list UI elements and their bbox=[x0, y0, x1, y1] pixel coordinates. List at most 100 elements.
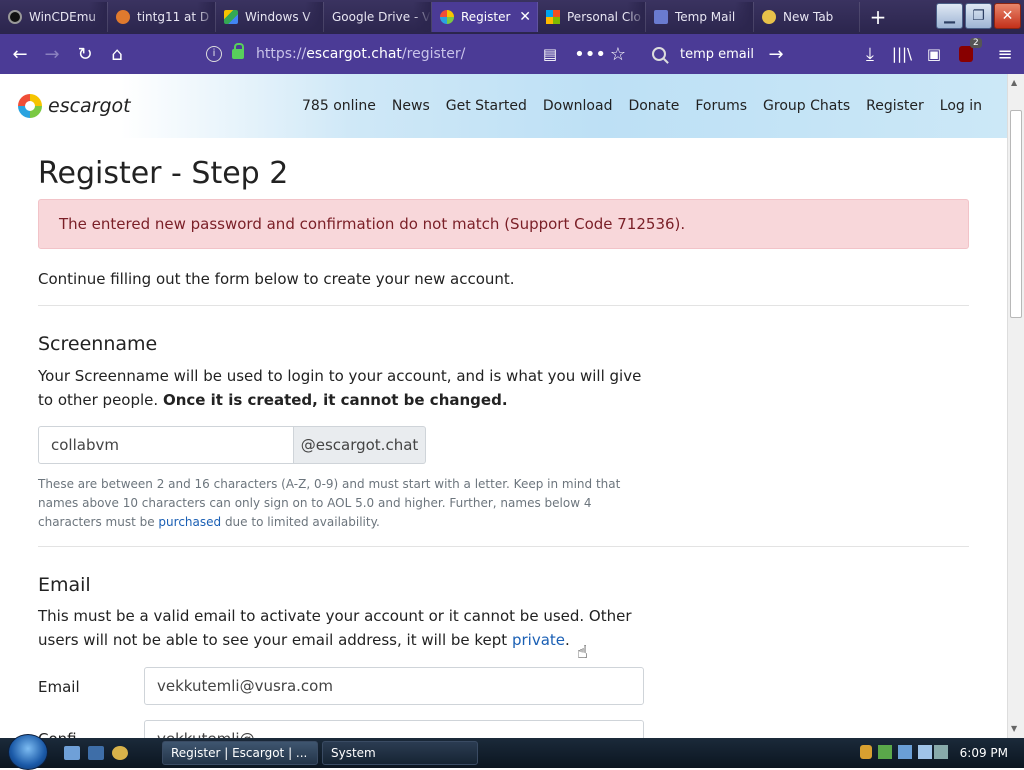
tab-label: Register bbox=[461, 10, 511, 24]
tab-label: Windows V bbox=[245, 10, 311, 24]
site-header: escargot 785 online News Get Started Dow… bbox=[0, 74, 1007, 138]
taskbar-browser-button[interactable]: Register | Escargot | ... bbox=[162, 741, 318, 765]
microsoft-icon bbox=[546, 10, 560, 24]
scroll-down-icon[interactable]: ▼ bbox=[1011, 724, 1017, 733]
network-icon[interactable] bbox=[898, 745, 912, 759]
nav-register[interactable]: Register bbox=[866, 98, 924, 114]
lock-icon bbox=[232, 43, 244, 59]
tab-register[interactable]: Register ✕ bbox=[432, 2, 538, 32]
divider bbox=[38, 546, 969, 547]
maximize-button[interactable]: ❐ bbox=[965, 3, 992, 29]
security-icon[interactable] bbox=[878, 745, 892, 759]
download-icon[interactable]: ⤓ bbox=[858, 42, 882, 66]
search-icon bbox=[652, 47, 666, 61]
library-icon[interactable]: |||\ bbox=[890, 42, 914, 66]
menu-icon[interactable]: ≡ bbox=[993, 42, 1017, 66]
nav-group-chats[interactable]: Group Chats bbox=[763, 98, 850, 114]
confirm-email-field[interactable]: vekkutemli@ bbox=[144, 720, 644, 738]
tab-temp-mail[interactable]: Temp Mail bbox=[646, 2, 754, 32]
escargot-logo-icon bbox=[18, 94, 42, 118]
forward-button[interactable]: → bbox=[40, 42, 64, 66]
taskbar-system-button[interactable]: System bbox=[322, 741, 478, 765]
screenname-input[interactable]: collabvm bbox=[38, 426, 294, 464]
intro-text: Continue filling out the form below to c… bbox=[38, 270, 515, 288]
url-text[interactable]: https://escargot.chat/register/ bbox=[256, 46, 465, 62]
browser-tab-bar: WinCDEmu tintg11 at D Windows V Google D… bbox=[0, 0, 1024, 34]
email-description: This must be a valid email to activate y… bbox=[38, 607, 632, 649]
search-text[interactable]: temp email bbox=[680, 47, 754, 62]
nav-log-in[interactable]: Log in bbox=[940, 98, 982, 114]
confirm-email-label: Confi bbox=[38, 730, 77, 738]
alert-text: The entered new password and confirmatio… bbox=[59, 215, 686, 233]
purchased-link[interactable]: purchased bbox=[158, 515, 221, 529]
screenname-domain-suffix: @escargot.chat bbox=[294, 426, 426, 464]
gear-icon bbox=[8, 10, 22, 24]
nav-download[interactable]: Download bbox=[543, 98, 613, 114]
email-field[interactable]: vekkutemli@vusra.com bbox=[144, 667, 644, 705]
tab-label: Temp Mail bbox=[675, 10, 736, 24]
close-window-button[interactable]: ✕ bbox=[994, 3, 1021, 29]
nav-news[interactable]: News bbox=[392, 98, 430, 114]
tab-new-tab[interactable]: New Tab bbox=[754, 2, 860, 32]
page-actions-icon[interactable]: ••• bbox=[574, 42, 606, 66]
online-count: 785 online bbox=[302, 98, 376, 114]
tab-label: WinCDEmu bbox=[29, 10, 97, 24]
minimize-button[interactable]: ▁ bbox=[936, 3, 963, 29]
tab-windows[interactable]: Windows V bbox=[216, 2, 324, 32]
tab-label: New Tab bbox=[783, 10, 834, 24]
page-title: Register - Step 2 bbox=[38, 156, 289, 191]
email-label: Email bbox=[38, 678, 80, 696]
url-bar[interactable]: i https://escargot.chat/register/ bbox=[200, 39, 634, 69]
screenname-input-group: collabvm @escargot.chat bbox=[38, 426, 426, 464]
site-nav: 785 online News Get Started Download Don… bbox=[286, 98, 982, 114]
screenname-heading: Screenname bbox=[38, 333, 158, 355]
windows-taskbar: Register | Escargot | ... System 6:09 PM bbox=[0, 734, 1024, 770]
nav-forums[interactable]: Forums bbox=[695, 98, 747, 114]
new-tab-button[interactable]: + bbox=[866, 5, 890, 29]
scrollbar-thumb[interactable] bbox=[1010, 110, 1022, 318]
divider bbox=[38, 305, 969, 306]
taskbar-button-label: Register | Escargot | ... bbox=[171, 746, 308, 760]
site-logo[interactable]: escargot bbox=[18, 94, 131, 118]
screenname-description: Your Screenname will be used to login to… bbox=[38, 367, 642, 409]
back-button[interactable]: ← bbox=[8, 42, 32, 66]
system-tray: 6:09 PM bbox=[854, 738, 1024, 768]
bookmark-star-icon[interactable]: ☆ bbox=[606, 42, 630, 66]
search-go-icon[interactable]: → bbox=[764, 42, 788, 66]
screenname-help-text: These are between 2 and 16 characters (A… bbox=[38, 477, 621, 529]
start-button[interactable] bbox=[8, 734, 48, 770]
logo-text: escargot bbox=[48, 95, 131, 117]
volume-muted-icon[interactable] bbox=[934, 745, 948, 759]
tab-wincdemu[interactable]: WinCDEmu bbox=[0, 2, 108, 32]
nav-donate[interactable]: Donate bbox=[628, 98, 679, 114]
new-tab-favicon-icon bbox=[762, 10, 776, 24]
snail-icon[interactable] bbox=[112, 746, 128, 760]
sidebar-icon[interactable]: ▣ bbox=[922, 42, 946, 66]
taskbar-button-label: System bbox=[331, 746, 376, 760]
hand-cursor-icon: ☝ bbox=[577, 642, 588, 663]
page-scrollbar[interactable]: ▲ ▼ bbox=[1007, 74, 1024, 738]
switch-windows-icon[interactable] bbox=[88, 746, 104, 760]
shield-icon[interactable] bbox=[860, 745, 872, 759]
scroll-up-icon[interactable]: ▲ bbox=[1011, 78, 1017, 87]
tab-tintg11[interactable]: tintg11 at D bbox=[108, 2, 216, 32]
addon-badge: 2 bbox=[970, 38, 982, 48]
site-favicon-icon bbox=[116, 10, 130, 24]
escargot-icon bbox=[440, 10, 454, 24]
home-icon[interactable]: ⌂ bbox=[105, 42, 129, 66]
error-alert: The entered new password and confirmatio… bbox=[38, 199, 969, 249]
reader-view-icon[interactable]: ▤ bbox=[538, 42, 562, 66]
close-tab-icon[interactable]: ✕ bbox=[519, 9, 531, 25]
nav-get-started[interactable]: Get Started bbox=[446, 98, 527, 114]
reload-button[interactable]: ↻ bbox=[73, 42, 97, 66]
clock[interactable]: 6:09 PM bbox=[960, 746, 1008, 760]
mail-icon bbox=[654, 10, 668, 24]
private-link[interactable]: private bbox=[512, 631, 565, 649]
display-icon[interactable] bbox=[918, 745, 932, 759]
tab-personal[interactable]: Personal Clo bbox=[538, 2, 646, 32]
show-desktop-icon[interactable] bbox=[64, 746, 80, 760]
info-icon[interactable]: i bbox=[206, 46, 222, 62]
email-heading: Email bbox=[38, 574, 91, 596]
tab-google-drive[interactable]: Google Drive - V bbox=[324, 2, 432, 32]
page-viewport: escargot 785 online News Get Started Dow… bbox=[0, 74, 1007, 738]
